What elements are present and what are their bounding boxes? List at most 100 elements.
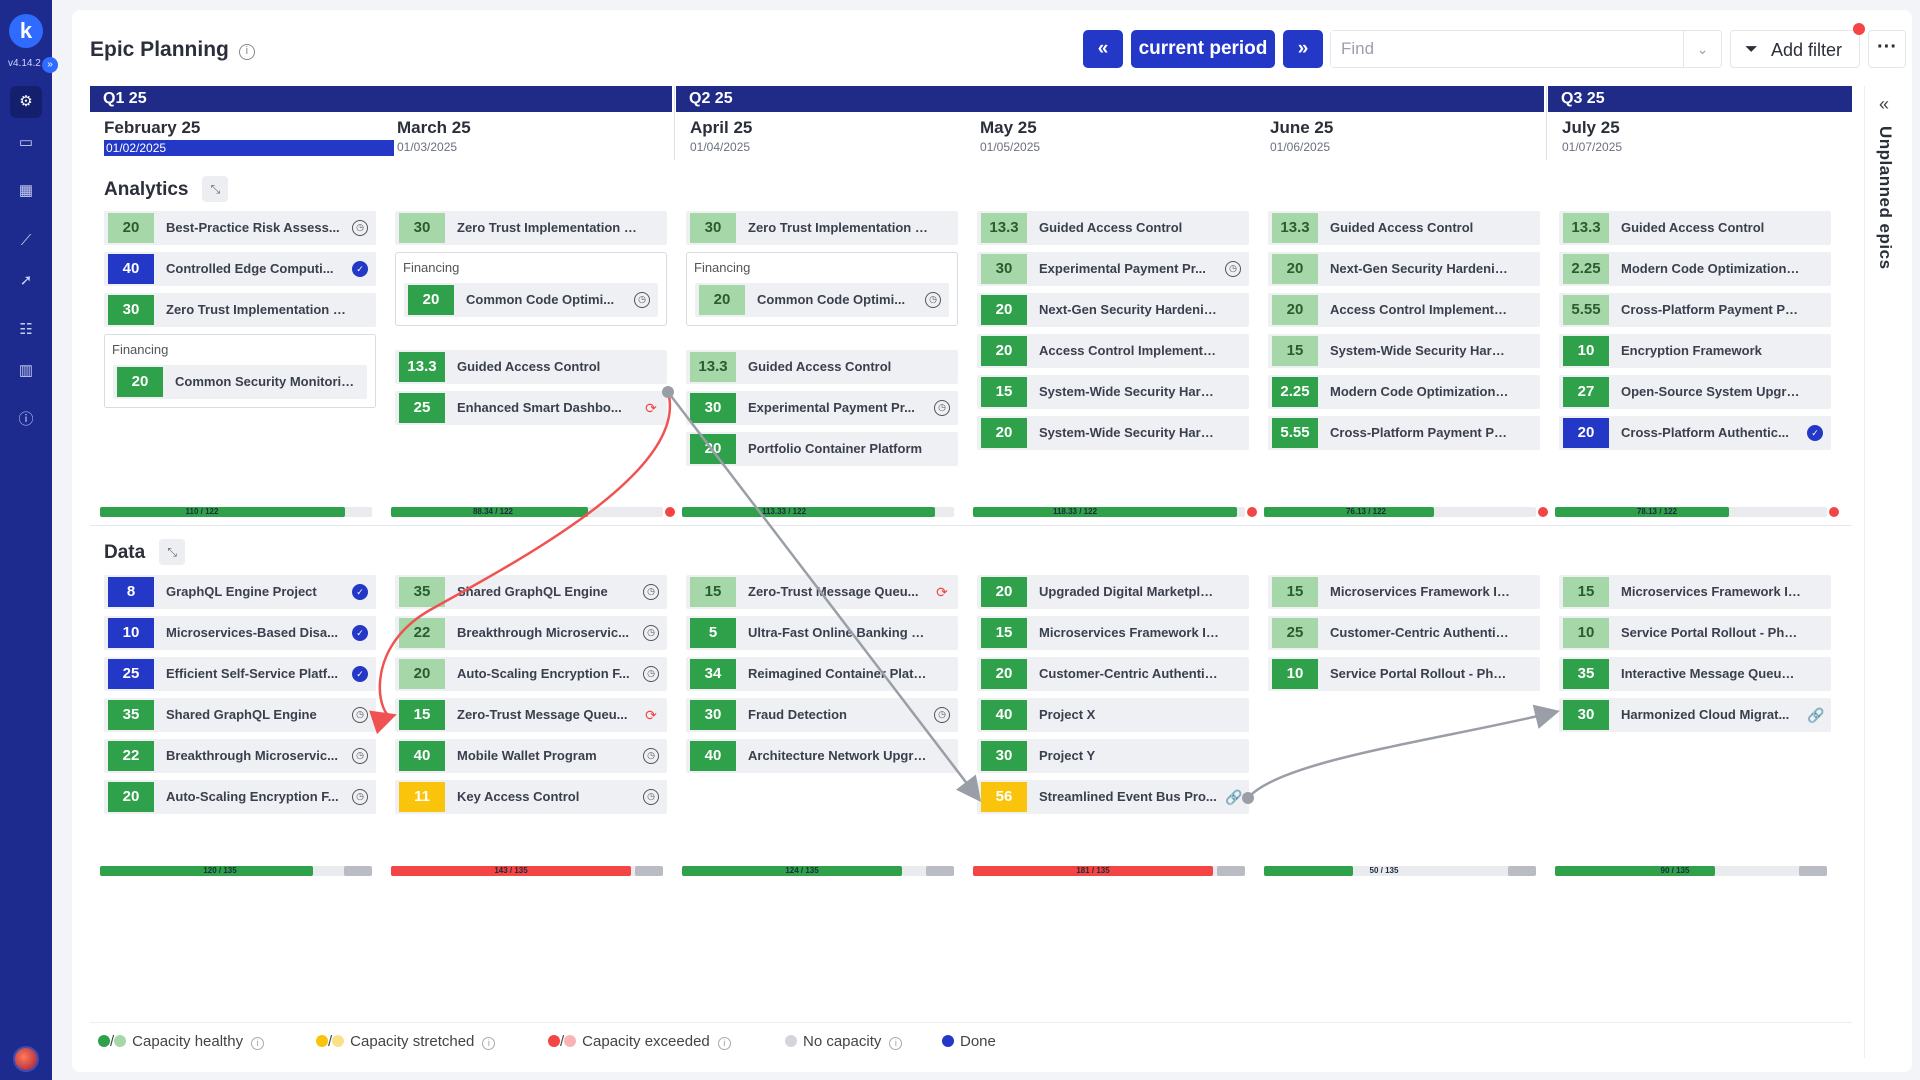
epic-card[interactable]: 20 Auto-Scaling Encryption F... ◷ [104,780,376,814]
info-icon[interactable]: i [251,1037,265,1050]
info-icon[interactable]: i [238,44,255,60]
epic-card[interactable]: 22 Breakthrough Microservic... ◷ [395,616,667,650]
capacity-alert-icon[interactable] [1829,507,1839,517]
epic-card[interactable]: 20 Access Control Implementation [977,334,1249,368]
epic-card[interactable]: 30 Fraud Detection ◷ [686,698,958,732]
epic-card[interactable]: 34 Reimagined Container Platfor... [686,657,958,691]
roadmap-icon[interactable]: ⚙ [10,86,42,118]
clock-icon[interactable]: ◷ [352,220,368,236]
epic-card[interactable]: 15 System-Wide Security Hardeni... [1268,334,1540,368]
epic-card[interactable]: 35 Interactive Message Queue Pr... [1559,657,1831,691]
epic-card[interactable]: 15 Microservices Framework Initi... [977,616,1249,650]
add-filter-button[interactable]: ⏷ Add filter [1730,23,1865,68]
epic-card[interactable]: 5.55 Cross-Platform Payment Proce... [1268,416,1540,450]
epic-card[interactable]: 40 Architecture Network Upgrad... [686,739,958,773]
epic-card[interactable]: 20 Common Code Optimi... ◷ [404,283,658,317]
epic-card[interactable]: 30 Zero Trust Implementation Roll... [395,211,667,245]
epic-card[interactable]: 35 Shared GraphQL Engine ◷ [395,575,667,609]
epic-card[interactable]: 15 System-Wide Security Hardeni... [977,375,1249,409]
next-period-button[interactable]: » [1283,30,1323,68]
epic-card[interactable]: 8 GraphQL Engine Project ✓ [104,575,376,609]
info-icon[interactable]: i [717,1037,731,1050]
briefcase-icon[interactable]: ▭ [10,127,42,159]
epic-card[interactable]: 30 Project Y [977,739,1249,773]
clock-icon[interactable]: ◷ [634,292,650,308]
epic-card[interactable]: 15 Zero-Trust Message Queu... ⟳ [395,698,667,732]
epic-card[interactable]: 20 System-Wide Security Hardeni... [977,416,1249,450]
info-icon[interactable]: i [482,1037,496,1050]
clock-icon[interactable]: ◷ [352,707,368,723]
epic-card[interactable]: 20 Next-Gen Security Hardening ... [1268,252,1540,286]
clock-icon[interactable]: ◷ [1225,261,1241,277]
epic-card[interactable]: 30 Zero Trust Implementation Roll... [104,293,376,327]
done-check-icon[interactable]: ✓ [352,625,368,641]
rocket-icon[interactable]: ➚ [10,265,42,297]
epic-card[interactable]: 5.55 Cross-Platform Payment Proce... [1559,293,1831,327]
clock-icon[interactable]: ◷ [643,584,659,600]
epic-card[interactable]: 25 Enhanced Smart Dashbo... ⟳ [395,391,667,425]
collapse-section-icon[interactable]: ⤡ [159,539,186,565]
epic-card[interactable]: 2.25 Modern Code Optimization Fr... [1559,252,1831,286]
chevron-down-icon[interactable]: ⌄ [1683,31,1721,67]
collapse-nav-button[interactable]: » [42,57,58,73]
epic-card[interactable]: 13.3 Guided Access Control [977,211,1249,245]
clock-icon[interactable]: ◷ [643,748,659,764]
capacity-alert-icon[interactable] [1538,507,1548,517]
done-check-icon[interactable]: ✓ [352,261,368,277]
epic-card[interactable]: 25 Customer-Centric Authenticat... [1268,616,1540,650]
epic-group[interactable]: Financing 20 Common Security Monitoring [104,334,376,408]
epic-card[interactable]: 25 Efficient Self-Service Platf... ✓ [104,657,376,691]
clock-icon[interactable]: ◷ [643,625,659,641]
epic-card[interactable]: 13.3 Guided Access Control [686,350,958,384]
epic-card[interactable]: 10 Service Portal Rollout - Phase 1 [1559,616,1831,650]
epic-card[interactable]: 10 Microservices-Based Disa... ✓ [104,616,376,650]
cycle-warning-icon[interactable]: ⟳ [934,584,950,600]
epic-card[interactable]: 20 Upgraded Digital Marketplac... [977,575,1249,609]
epic-card[interactable]: 20 Cross-Platform Authentic... ✓ [1559,416,1831,450]
epic-card[interactable]: 5 Ultra-Fast Online Banking Hub ... [686,616,958,650]
clock-icon[interactable]: ◷ [925,292,941,308]
current-period-button[interactable]: current period [1131,30,1275,68]
clock-icon[interactable]: ◷ [643,789,659,805]
previous-period-button[interactable]: « [1083,30,1123,68]
epic-group[interactable]: Financing 20 Common Code Optimi... ◷ [395,252,667,326]
info-icon[interactable]: ⓘ [10,404,42,436]
clock-icon[interactable]: ◷ [934,400,950,416]
epic-card[interactable]: 20 Portfolio Container Platform [686,432,958,466]
epic-card[interactable]: 40 Project X [977,698,1249,732]
link-icon[interactable]: 🔗 [1807,707,1824,723]
info-icon[interactable]: i [889,1037,903,1050]
chart-icon[interactable]: ⟋ [10,225,42,257]
clock-icon[interactable]: ◷ [352,748,368,764]
cycle-warning-icon[interactable]: ⟳ [643,707,659,723]
epic-card[interactable]: 35 Shared GraphQL Engine ◷ [104,698,376,732]
epic-card[interactable]: 20 Customer-Centric Authenticat... [977,657,1249,691]
clock-icon[interactable]: ◷ [352,789,368,805]
epic-group[interactable]: Financing 20 Common Code Optimi... ◷ [686,252,958,326]
epic-card[interactable]: 10 Service Portal Rollout - Phase 1 [1268,657,1540,691]
epic-card[interactable]: 13.3 Guided Access Control [1268,211,1540,245]
building-icon[interactable]: ▥ [10,355,42,387]
expand-panel-icon[interactable]: « [1879,94,1889,115]
epic-card[interactable]: 27 Open-Source System Upgrade [1559,375,1831,409]
epic-card[interactable]: 20 Common Security Monitoring [113,365,367,399]
done-check-icon[interactable]: ✓ [352,666,368,682]
epic-card[interactable]: 20 Best-Practice Risk Assess... ◷ [104,211,376,245]
team-icon[interactable]: ☷ [10,314,42,346]
epic-card[interactable]: 13.3 Guided Access Control [395,350,667,384]
link-icon[interactable]: 🔗 [1225,789,1242,805]
epic-card[interactable]: 20 Access Control Implementation [1268,293,1540,327]
capacity-alert-icon[interactable] [665,507,675,517]
epic-card[interactable]: 30 Experimental Payment Pr... ◷ [977,252,1249,286]
epic-card[interactable]: 30 Harmonized Cloud Migrat... 🔗 [1559,698,1831,732]
done-check-icon[interactable]: ✓ [352,584,368,600]
epic-card[interactable]: 30 Experimental Payment Pr... ◷ [686,391,958,425]
epic-card[interactable]: 2.25 Modern Code Optimization Fr... [1268,375,1540,409]
epic-card[interactable]: 15 Microservices Framework Initi... [1268,575,1540,609]
calendar-icon[interactable]: ▦ [10,175,42,207]
epic-card[interactable]: 40 Controlled Edge Computi... ✓ [104,252,376,286]
done-check-icon[interactable]: ✓ [1807,425,1823,441]
epic-card[interactable]: 20 Auto-Scaling Encryption F... ◷ [395,657,667,691]
epic-card[interactable]: 15 Zero-Trust Message Queu... ⟳ [686,575,958,609]
clock-icon[interactable]: ◷ [934,707,950,723]
